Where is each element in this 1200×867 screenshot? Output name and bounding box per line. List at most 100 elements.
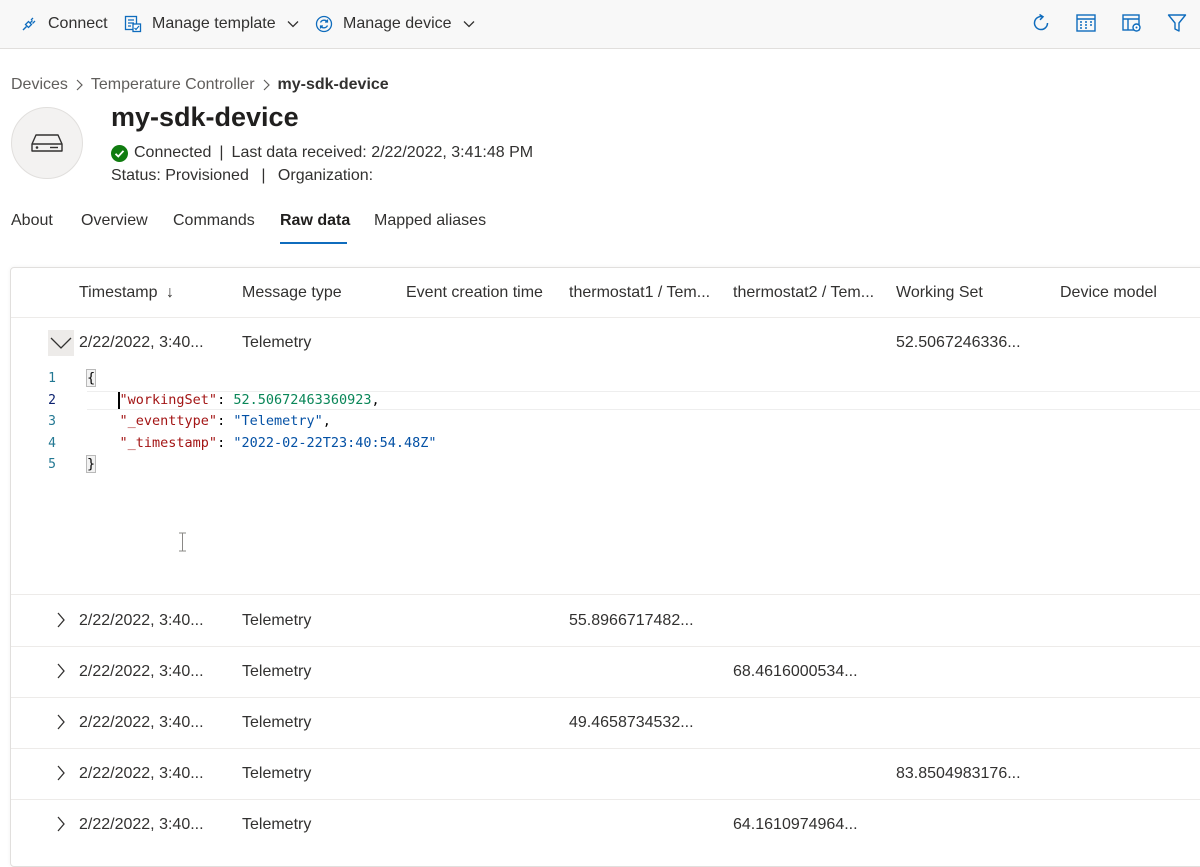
column-header-message-type[interactable]: Message type	[242, 284, 342, 302]
breadcrumb-devices[interactable]: Devices	[11, 76, 68, 94]
expand-row-button[interactable]	[48, 760, 74, 786]
row-divider	[11, 748, 1200, 749]
separator: |	[261, 167, 266, 184]
chevron-right-icon	[262, 78, 271, 92]
expand-row-button[interactable]	[48, 709, 74, 735]
code-line: {	[85, 369, 97, 387]
cell-timestamp: 2/22/2022, 3:40...	[79, 663, 204, 680]
tab-about[interactable]: About	[11, 212, 53, 230]
cell-timestamp: 2/22/2022, 3:40...	[79, 765, 204, 782]
cell-timestamp: 2/22/2022, 3:40...	[79, 714, 204, 731]
column-header-working-set[interactable]: Working Set	[896, 284, 983, 302]
line-number: 2	[48, 393, 56, 408]
expand-row-button[interactable]	[48, 658, 74, 684]
last-data-received: Last data received: 2/22/2022, 3:41:48 P…	[231, 144, 534, 161]
plug-icon	[22, 17, 36, 31]
cell-timestamp: 2/22/2022, 3:40...	[79, 612, 204, 629]
tab-raw-data[interactable]: Raw data	[280, 212, 350, 230]
manage-template-button[interactable]: Manage template	[124, 0, 300, 48]
row-divider	[11, 799, 1200, 800]
json-key: "workingSet"	[119, 392, 218, 408]
cell-thermostat2: 68.4616000534...	[733, 663, 858, 680]
json-key: "_eventtype"	[119, 413, 218, 429]
breadcrumb-current: my-sdk-device	[277, 76, 389, 93]
line-number: 4	[48, 436, 56, 451]
chevron-right-icon	[57, 816, 65, 832]
connect-button[interactable]: Connect	[20, 0, 108, 48]
cell-timestamp: 2/22/2022, 3:40...	[79, 334, 204, 351]
cell-message-type: Telemetry	[242, 612, 312, 629]
chevron-down-icon	[50, 337, 72, 349]
manage-device-icon	[315, 15, 333, 33]
calendar-icon[interactable]	[1075, 12, 1097, 34]
tab-overview[interactable]: Overview	[81, 212, 148, 230]
cell-message-type: Telemetry	[242, 714, 312, 731]
column-header-thermostat1[interactable]: thermostat1 / Tem...	[569, 284, 710, 302]
cell-message-type: Telemetry	[242, 765, 312, 782]
organization: Organization:	[277, 167, 374, 184]
refresh-icon[interactable]	[1030, 12, 1052, 34]
json-key: "_timestamp"	[119, 435, 218, 451]
connect-label: Connect	[48, 15, 108, 32]
chevron-right-icon	[57, 765, 65, 781]
cell-message-type: Telemetry	[242, 334, 312, 351]
code-line: "_eventtype": "Telemetry",	[119, 413, 331, 429]
json-value: 52.50672463360923	[233, 392, 372, 408]
line-number: 3	[48, 414, 56, 429]
column-header-device-model[interactable]: Device model	[1060, 284, 1157, 302]
column-settings-icon[interactable]	[1121, 12, 1143, 34]
expand-row-button[interactable]	[48, 811, 74, 837]
code-line: "_timestamp": "2022-02-22T23:40:54.48Z"	[119, 435, 437, 451]
provision-status: Status: Provisioned	[111, 167, 249, 184]
cell-thermostat2: 64.1610974964...	[733, 816, 858, 833]
device-avatar	[11, 107, 83, 179]
line-number: 1	[48, 371, 56, 386]
tab-mapped-aliases[interactable]: Mapped aliases	[374, 212, 486, 230]
active-tab-indicator	[280, 242, 347, 244]
column-header-timestamp[interactable]: Timestamp ↓	[79, 284, 174, 302]
row-divider	[11, 646, 1200, 647]
manage-template-label: Manage template	[152, 15, 276, 32]
breadcrumb-temperature-controller[interactable]: Temperature Controller	[91, 76, 255, 94]
connection-status: Connected	[134, 144, 212, 161]
row-divider	[11, 697, 1200, 698]
tab-commands[interactable]: Commands	[173, 212, 255, 230]
cell-working-set: 83.8504983176...	[896, 765, 1021, 782]
chevron-right-icon	[57, 612, 65, 628]
chevron-down-icon	[463, 21, 474, 28]
sort-descending-icon: ↓	[165, 284, 174, 301]
device-provision-line: Status: Provisioned | Organization:	[111, 167, 373, 185]
text-caret	[118, 392, 120, 409]
check-circle-icon	[111, 144, 128, 162]
device-status-line: Connected | Last data received: 2/22/202…	[111, 144, 533, 162]
collapse-row-button[interactable]	[48, 330, 74, 356]
chevron-down-icon	[287, 21, 299, 28]
cell-thermostat1: 55.8966717482...	[569, 612, 694, 629]
separator: |	[219, 144, 224, 161]
column-header-event-creation-time[interactable]: Event creation time	[406, 284, 543, 302]
line-number: 5	[48, 457, 56, 472]
cell-working-set: 52.5067246336...	[896, 334, 1021, 351]
close-brace: }	[85, 455, 97, 473]
chevron-right-icon	[75, 78, 84, 92]
cell-timestamp: 2/22/2022, 3:40...	[79, 816, 204, 833]
cell-message-type: Telemetry	[242, 816, 312, 833]
command-bar: Connect Manage template Manage device	[0, 0, 1200, 49]
open-brace: {	[85, 369, 97, 387]
code-line: "workingSet": 52.50672463360923,	[119, 392, 380, 408]
filter-icon[interactable]	[1166, 12, 1188, 34]
cell-thermostat1: 49.4658734532...	[569, 714, 694, 731]
code-line: }	[85, 455, 97, 473]
json-value: "2022-02-22T23:40:54.48Z"	[233, 435, 437, 451]
row-divider	[11, 594, 1200, 595]
chevron-right-icon	[57, 714, 65, 730]
chevron-right-icon	[57, 663, 65, 679]
text-cursor-icon	[179, 532, 186, 552]
column-header-label: Timestamp	[79, 284, 158, 301]
page-title: my-sdk-device	[111, 102, 299, 132]
manage-device-button[interactable]: Manage device	[315, 0, 476, 48]
breadcrumb: Devices Temperature Controller my-sdk-de…	[11, 76, 389, 94]
column-header-thermostat2[interactable]: thermostat2 / Tem...	[733, 284, 874, 302]
expand-row-button[interactable]	[48, 607, 74, 633]
template-icon	[124, 15, 142, 33]
